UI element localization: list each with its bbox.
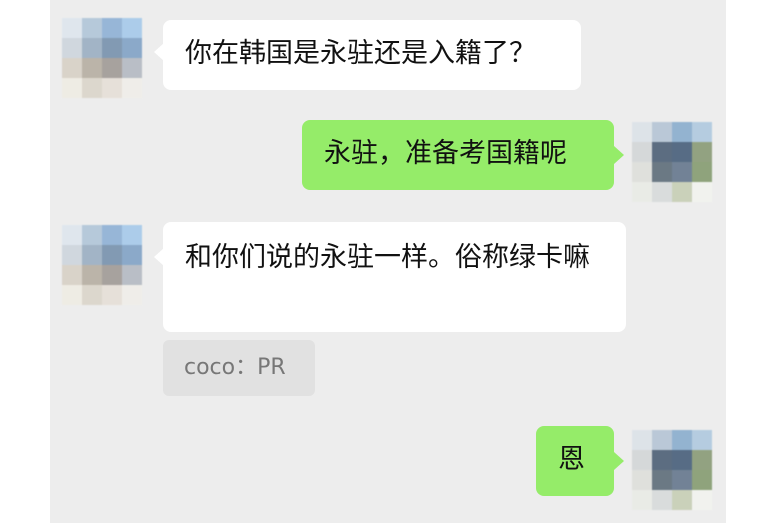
message-bubble-received[interactable]: 你在韩国是永驻还是入籍了？ [163,20,581,90]
avatar-pixel [122,58,142,78]
avatar-pixel [652,142,672,162]
my-avatar[interactable] [632,122,712,202]
avatar-pixel [632,430,652,450]
avatar-pixel [82,38,102,58]
avatar-pixel [62,78,82,98]
avatar-pixel [632,182,652,202]
avatar-pixel [82,265,102,285]
avatar-pixel [672,182,692,202]
avatar-pixel [122,38,142,58]
avatar-pixel [652,182,672,202]
avatar-pixel [652,470,672,490]
avatar-pixel [652,490,672,510]
bubble-tail [614,452,624,470]
avatar-pixel [102,245,122,265]
bubble-tail [614,146,624,164]
avatar-pixel [102,18,122,38]
message-text: 和你们说的永驻一样。俗称绿卡嘛 [185,242,590,273]
avatar-pixel [62,225,82,245]
avatar-pixel [672,450,692,470]
avatar-pixel [652,430,672,450]
my-avatar[interactable] [632,430,712,510]
avatar-pixel [672,430,692,450]
contact-avatar[interactable] [62,225,142,305]
avatar-pixel [102,225,122,245]
avatar-pixel [632,490,652,510]
avatar-pixel [692,142,712,162]
avatar-pixel [692,450,712,470]
avatar-pixel [122,225,142,245]
avatar-pixel [672,122,692,142]
avatar-pixel [102,38,122,58]
message-text: 你在韩国是永驻还是入籍了？ [185,38,536,69]
avatar-pixel [692,470,712,490]
message-text: 恩 [558,444,585,475]
avatar-pixel [122,18,142,38]
avatar-pixel [672,162,692,182]
message-bubble-sent[interactable]: 恩 [536,426,614,496]
avatar-pixel [632,450,652,470]
avatar-pixel [62,38,82,58]
avatar-pixel [692,430,712,450]
avatar-pixel [632,470,652,490]
avatar-pixel [62,285,82,305]
avatar-pixel [632,142,652,162]
avatar-pixel [692,122,712,142]
avatar-pixel [82,58,102,78]
avatar-pixel [652,450,672,470]
avatar-pixel [672,470,692,490]
avatar-pixel [102,265,122,285]
avatar-pixel [672,142,692,162]
avatar-pixel [82,225,102,245]
avatar-pixel [62,245,82,265]
avatar-pixel [82,285,102,305]
avatar-pixel [102,58,122,78]
avatar-pixel [692,182,712,202]
message-bubble-received[interactable]: 和你们说的永驻一样。俗称绿卡嘛 [163,222,626,332]
avatar-pixel [632,162,652,182]
avatar-pixel [692,162,712,182]
avatar-pixel [632,122,652,142]
avatar-pixel [62,18,82,38]
avatar-pixel [122,78,142,98]
avatar-pixel [122,245,142,265]
avatar-pixel [62,58,82,78]
quote-text: coco：PR [184,355,286,380]
avatar-pixel [692,490,712,510]
avatar-pixel [82,18,102,38]
avatar-pixel [652,162,672,182]
avatar-pixel [122,265,142,285]
message-text: 永驻，准备考国籍呢 [324,138,567,169]
avatar-pixel [122,285,142,305]
avatar-pixel [102,285,122,305]
avatar-pixel [672,490,692,510]
chat-pane: 你在韩国是永驻还是入籍了？ 永驻，准备考国籍呢 和你们说的永驻一样。俗称绿卡嘛 … [50,0,726,523]
avatar-pixel [82,78,102,98]
avatar-pixel [62,265,82,285]
quoted-message[interactable]: coco：PR [163,340,315,396]
avatar-pixel [652,122,672,142]
avatar-pixel [102,78,122,98]
contact-avatar[interactable] [62,18,142,98]
avatar-pixel [82,245,102,265]
message-bubble-sent[interactable]: 永驻，准备考国籍呢 [302,120,614,190]
